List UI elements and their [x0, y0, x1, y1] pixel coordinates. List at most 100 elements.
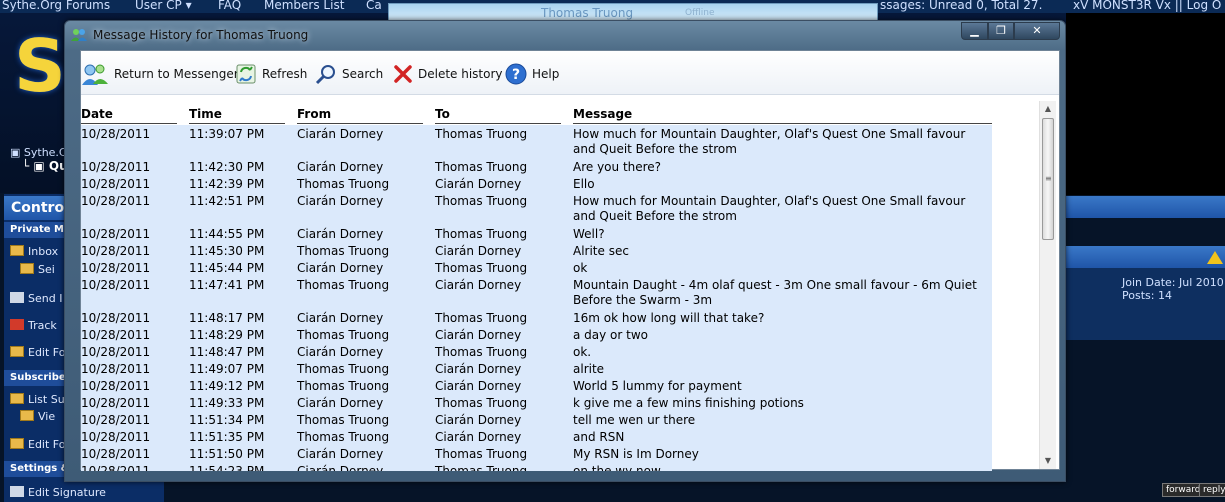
sidebar-item-inbox[interactable]: Inbox: [10, 245, 58, 258]
column-header-to[interactable]: To: [435, 107, 450, 121]
table-row[interactable]: 10/28/2011 11:51:34 PM Thomas Truong Ciarán…: [81, 411, 1041, 428]
delete-history-button[interactable]: Delete history: [393, 61, 503, 87]
table-row[interactable]: 10/28/2011 11:49:07 PM Thomas Truong Ciarán…: [81, 360, 1041, 377]
table-row[interactable]: 10/28/2011 11:44:55 PM Ciarán Dorney Thomas…: [81, 225, 1041, 242]
cell-date: 10/28/2011: [81, 160, 151, 174]
folder-icon: [10, 438, 24, 449]
warning-icon[interactable]: [1207, 251, 1223, 264]
vertical-scrollbar[interactable]: ▲ ≡ ▼: [1039, 101, 1056, 469]
table-row[interactable]: 10/28/2011 11:42:51 PM Ciarán Dorney Thomas…: [81, 192, 1041, 225]
cell-to: Thomas Truong: [435, 311, 528, 325]
forum-nav-usercp[interactable]: User CP ▾: [135, 0, 192, 12]
history-rows: 10/28/2011 11:39:07 PM Ciarán Dorney Thomas…: [81, 125, 1041, 471]
column-header-time[interactable]: Time: [189, 107, 222, 121]
return-to-messenger-label: Return to Messenger: [114, 67, 239, 81]
table-row[interactable]: 10/28/2011 11:42:39 PM Thomas Truong Ciarán…: [81, 175, 1041, 192]
window-titlebar[interactable]: Message History for Thomas Truong ▁ ❐ ✕: [65, 21, 1065, 49]
cell-message: Alrite sec: [573, 244, 629, 258]
post-count: Posts: 14: [1122, 289, 1172, 302]
forum-logo: S: [14, 24, 66, 108]
cell-from: Ciarán Dorney: [297, 194, 384, 208]
sidebar-item-view[interactable]: Vie: [20, 410, 55, 423]
table-row[interactable]: 10/28/2011 11:42:30 PM Ciarán Dorney Thomas…: [81, 158, 1041, 175]
forum-nav-faq[interactable]: FAQ: [218, 0, 241, 12]
column-header-from[interactable]: From: [297, 107, 331, 121]
cell-message: How much for Mountain Daughter, Olaf's Q…: [573, 127, 966, 156]
column-header-message[interactable]: Message: [573, 107, 632, 121]
cell-to: Thomas Truong: [435, 227, 528, 241]
help-icon: ?: [505, 63, 527, 85]
minimize-button[interactable]: ▁: [961, 22, 988, 40]
cell-date: 10/28/2011: [81, 261, 151, 275]
cell-from: Ciarán Dorney: [297, 261, 384, 275]
cell-message: a day or two: [573, 328, 649, 342]
cell-to: Ciarán Dorney: [435, 379, 522, 393]
refresh-button[interactable]: Refresh: [235, 61, 307, 87]
cell-time: 11:47:41 PM: [189, 278, 265, 292]
cell-time: 11:45:44 PM: [189, 261, 265, 275]
table-row[interactable]: 10/28/2011 11:49:33 PM Ciarán Dorney Thomas…: [81, 394, 1041, 411]
cell-message: ok: [573, 261, 588, 275]
cell-date: 10/28/2011: [81, 345, 151, 359]
cell-to: Ciarán Dorney: [435, 244, 522, 258]
return-to-messenger-button[interactable]: Return to Messenger: [81, 61, 239, 87]
cell-message: alrite: [573, 362, 605, 376]
table-row[interactable]: 10/28/2011 11:49:12 PM Thomas Truong Ciarán…: [81, 377, 1041, 394]
cell-time: 11:49:33 PM: [189, 396, 265, 410]
table-row[interactable]: 10/28/2011 11:45:30 PM Thomas Truong Ciarán…: [81, 242, 1041, 259]
cell-date: 10/28/2011: [81, 328, 151, 342]
reply-button[interactable]: reply: [1199, 483, 1225, 497]
cell-message: tell me wen ur there: [573, 413, 696, 427]
scroll-down-arrow-icon[interactable]: ▼: [1040, 453, 1056, 469]
cell-message: on the wy now: [573, 464, 661, 471]
forum-pm-status: ssages: Unread 0, Total 27.: [880, 0, 1043, 12]
table-row[interactable]: 10/28/2011 11:48:17 PM Ciarán Dorney Thomas…: [81, 309, 1041, 326]
breadcrumb: ▣ Sythe.C: [10, 146, 67, 159]
scroll-thumb[interactable]: ≡: [1042, 118, 1054, 240]
scroll-up-arrow-icon[interactable]: ▲: [1040, 101, 1056, 117]
sidebar-item-send-message[interactable]: Send I: [10, 292, 62, 305]
maximize-button[interactable]: ❐: [988, 22, 1014, 40]
close-button[interactable]: ✕: [1014, 22, 1060, 40]
sidebar-item-edit-signature[interactable]: Edit Signature: [10, 486, 106, 499]
help-button[interactable]: ? Help: [505, 61, 559, 87]
cell-message: Well?: [573, 227, 605, 241]
sidebar-item-edit-folders-2[interactable]: Edit Fo: [10, 438, 65, 451]
cell-time: 11:49:07 PM: [189, 362, 265, 376]
sidebar-item-track[interactable]: Track: [10, 319, 57, 332]
sidebar-item-edit-folders[interactable]: Edit Fo: [10, 346, 65, 359]
column-header-date[interactable]: Date: [81, 107, 113, 121]
search-button[interactable]: Search: [315, 61, 383, 87]
cell-to: Thomas Truong: [435, 447, 528, 461]
forum-user-link[interactable]: xV MONST3R Vx || Log O: [1073, 0, 1221, 12]
folder-icon: [10, 393, 24, 404]
signature-icon: [10, 486, 24, 497]
cell-message: Are you there?: [573, 160, 662, 174]
history-table: Date Time From To Message 10/28/2011 11:3…: [81, 97, 1041, 471]
table-row[interactable]: 10/28/2011 11:48:29 PM Thomas Truong Ciarán…: [81, 326, 1041, 343]
forum-nav-calendar[interactable]: Ca: [366, 0, 382, 12]
toolbar: Return to Messenger Refresh Search Delet…: [81, 51, 1059, 95]
table-row[interactable]: 10/28/2011 11:39:07 PM Ciarán Dorney Thomas…: [81, 125, 1041, 158]
cell-time: 11:51:50 PM: [189, 447, 265, 461]
table-row[interactable]: 10/28/2011 11:54:23 PM Ciarán Dorney Thomas…: [81, 462, 1041, 471]
cell-date: 10/28/2011: [81, 278, 151, 292]
folder-icon: [20, 263, 34, 274]
cell-message: ok.: [573, 345, 592, 359]
window-title: Message History for Thomas Truong: [93, 28, 309, 42]
table-row[interactable]: 10/28/2011 11:45:44 PM Ciarán Dorney Thomas…: [81, 259, 1041, 276]
svg-text:?: ?: [512, 67, 520, 83]
table-row[interactable]: 10/28/2011 11:48:47 PM Ciarán Dorney Thomas…: [81, 343, 1041, 360]
cell-from: Thomas Truong: [297, 413, 390, 427]
sidebar-item-list-subscriptions[interactable]: List Su: [10, 393, 65, 406]
table-row[interactable]: 10/28/2011 11:47:41 PM Thomas Truong Ciarán…: [81, 276, 1041, 309]
cell-from: Ciarán Dorney: [297, 464, 384, 471]
cell-time: 11:48:17 PM: [189, 311, 265, 325]
grip-icon: ≡: [1045, 174, 1052, 183]
table-row[interactable]: 10/28/2011 11:51:50 PM Ciarán Dorney Thomas…: [81, 445, 1041, 462]
sidebar-item-sent[interactable]: Sei: [20, 263, 55, 276]
forum-nav-home[interactable]: Sythe.Org Forums: [2, 0, 110, 12]
forum-nav-members[interactable]: Members List: [264, 0, 344, 12]
cell-message: Mountain Daught - 4m olaf quest - 3m One…: [573, 278, 977, 307]
table-row[interactable]: 10/28/2011 11:51:35 PM Thomas Truong Ciarán…: [81, 428, 1041, 445]
